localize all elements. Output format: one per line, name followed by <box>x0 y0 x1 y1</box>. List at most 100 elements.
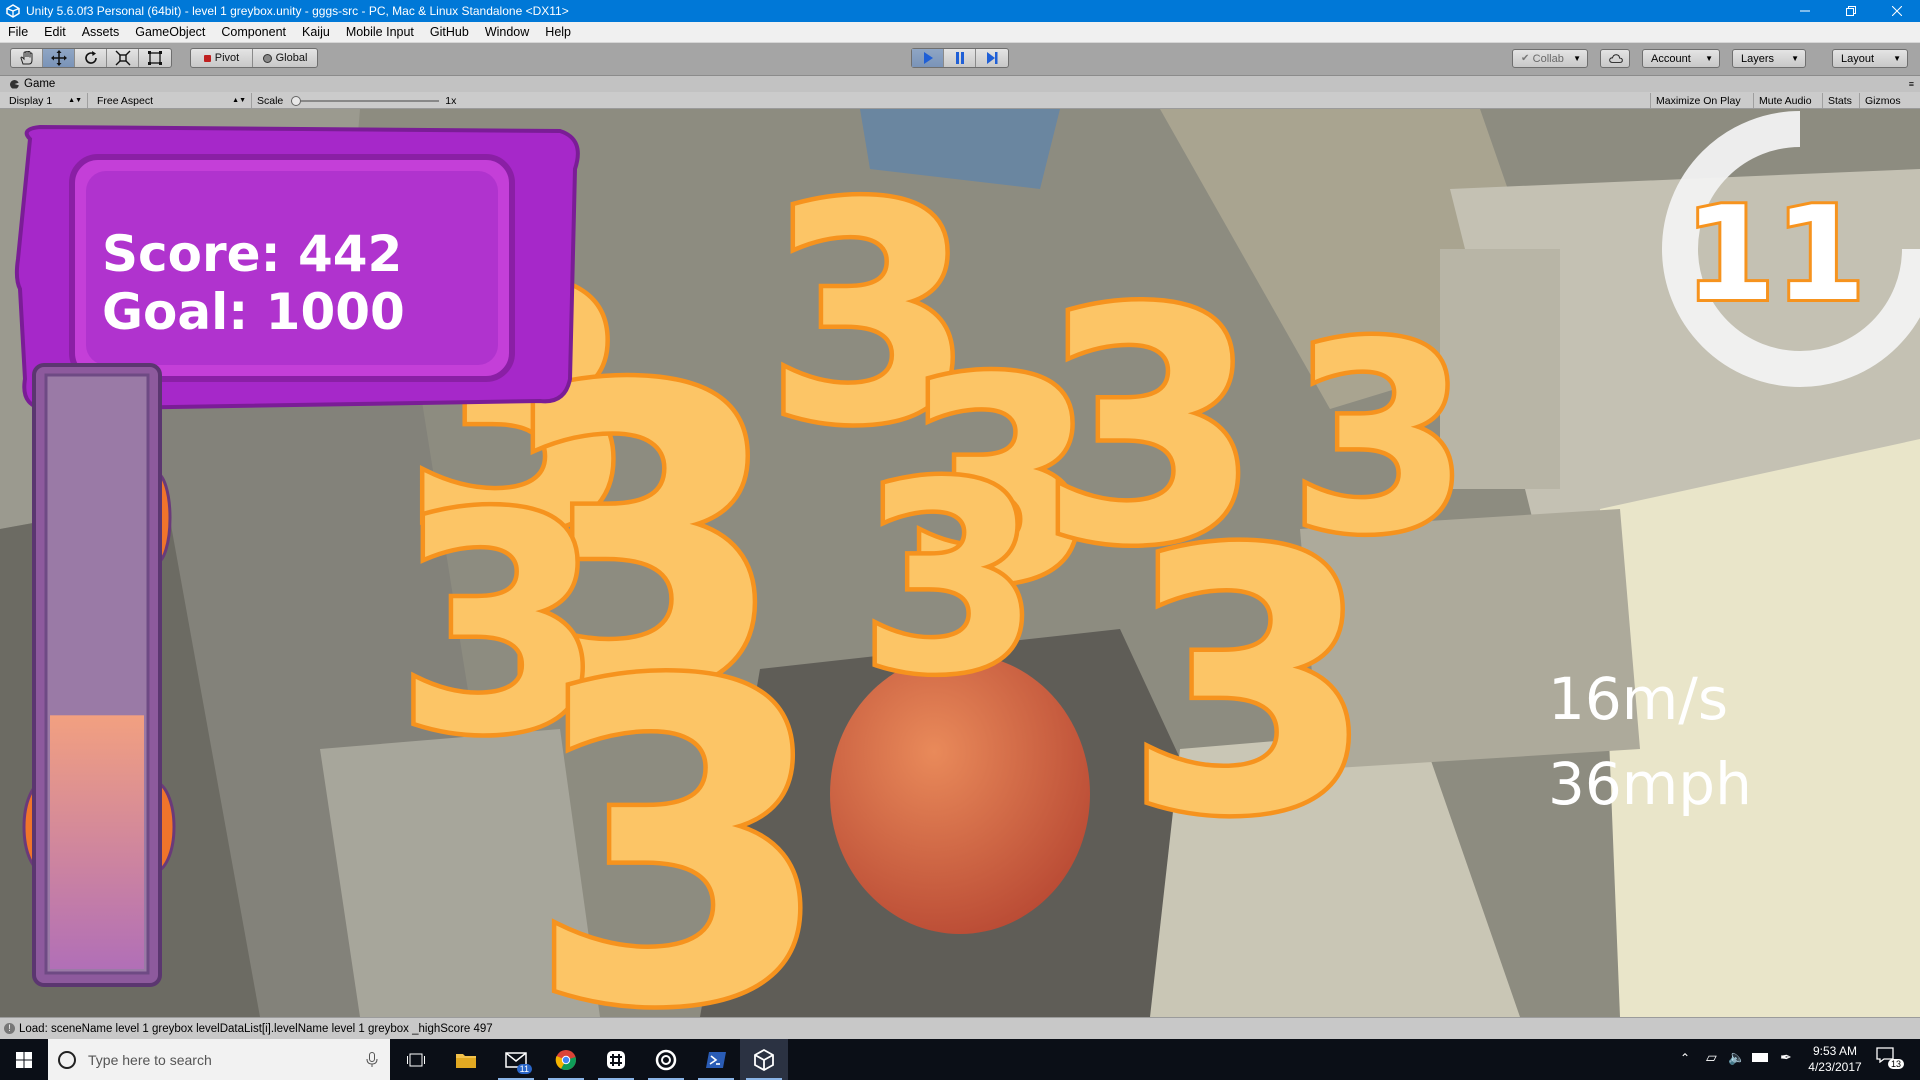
menu-assets[interactable]: Assets <box>74 25 128 39</box>
windows-taskbar: Type here to search 11 ⌃ ▱ 🔈 ✒ 9:53 AM 4… <box>0 1039 1920 1080</box>
transform-tools <box>10 48 172 68</box>
console-status-bar[interactable]: ! Load: sceneName level 1 greybox levelD… <box>0 1017 1920 1039</box>
battery-icon[interactable] <box>1752 1053 1768 1062</box>
scale-label: Scale <box>257 94 284 107</box>
slack-button[interactable] <box>592 1039 640 1080</box>
popup-digit: 3 <box>1125 475 1376 894</box>
menu-edit[interactable]: Edit <box>36 25 74 39</box>
pen-icon[interactable]: ✒ <box>1780 1049 1792 1066</box>
microphone-icon[interactable] <box>366 1051 378 1068</box>
tab-game-label: Game <box>24 78 56 90</box>
menu-gameobject[interactable]: GameObject <box>127 25 213 39</box>
restore-button[interactable] <box>1828 0 1874 22</box>
cloud-button[interactable] <box>1600 49 1630 68</box>
score-line: Score: 442 <box>102 225 402 283</box>
display-label: Display 1 <box>9 94 53 107</box>
menu-component[interactable]: Component <box>213 25 294 39</box>
global-toggle[interactable]: Global <box>253 49 317 67</box>
chevron-down-icon: ▼ <box>1573 54 1581 63</box>
tray-chevron-up-icon[interactable]: ⌃ <box>1680 1051 1690 1065</box>
playback-controls <box>911 48 1009 68</box>
collab-dropdown[interactable]: ✔ Collab ▼ <box>1512 49 1588 68</box>
close-button[interactable] <box>1874 0 1920 22</box>
layout-dropdown[interactable]: Layout ▼ <box>1832 49 1908 68</box>
meter-fill <box>50 715 144 969</box>
layers-dropdown[interactable]: Layers ▼ <box>1732 49 1806 68</box>
mute-audio-toggle[interactable]: Mute Audio <box>1753 93 1822 108</box>
step-icon <box>987 52 998 64</box>
game-viewport[interactable]: 3 3 3 3 3 3 3 3 3 3 Score: 442 Goal: 100… <box>0 109 1920 1017</box>
popup-digit: 3 <box>860 429 1041 731</box>
popup-digit: 3 <box>527 591 833 1017</box>
scale-tool-button[interactable] <box>107 49 139 67</box>
task-view-icon <box>407 1053 425 1066</box>
menu-mobile-input[interactable]: Mobile Input <box>338 25 422 39</box>
play-icon <box>923 52 933 64</box>
move-tool-button[interactable] <box>43 49 75 67</box>
menu-github[interactable]: GitHub <box>422 25 477 39</box>
main-toolbar: Pivot Global ✔ Collab ▼ Account ▼ Layers… <box>0 43 1920 76</box>
collab-check-icon: ✔ <box>1521 53 1530 64</box>
pivot-label: Pivot <box>214 52 240 64</box>
volume-icon[interactable]: 🔈 <box>1728 1049 1745 1066</box>
menu-window[interactable]: Window <box>477 25 537 39</box>
scale-slider[interactable] <box>291 95 440 106</box>
cloud-icon <box>1609 54 1623 63</box>
display-dropdown[interactable]: Display 1 ▲▼ <box>4 93 88 108</box>
chrome-button[interactable] <box>542 1039 590 1080</box>
rotate-tool-button[interactable] <box>75 49 107 67</box>
unity-logo-icon <box>6 4 20 18</box>
up-down-arrows-icon: ▲▼ <box>232 97 246 104</box>
network-icon[interactable]: ▱ <box>1706 1049 1717 1066</box>
clock-date: 4/23/2017 <box>1808 1060 1862 1074</box>
pause-button[interactable] <box>944 49 976 67</box>
pivot-global-group: Pivot Global <box>190 48 318 68</box>
start-button[interactable] <box>0 1039 48 1080</box>
powershell-icon <box>706 1051 726 1068</box>
menu-kaiju[interactable]: Kaiju <box>294 25 338 39</box>
powershell-button[interactable] <box>692 1039 740 1080</box>
hand-tool-button[interactable] <box>11 49 43 67</box>
play-button[interactable] <box>912 49 944 67</box>
chevron-down-icon: ▼ <box>1791 54 1799 63</box>
up-down-arrows-icon: ▲▼ <box>68 97 82 104</box>
mail-badge: 11 <box>516 1064 532 1074</box>
step-button[interactable] <box>976 49 1008 67</box>
rect-tool-button[interactable] <box>139 49 171 67</box>
notification-count: 13 <box>1888 1059 1905 1069</box>
unity-icon <box>754 1048 774 1071</box>
info-icon: ! <box>4 1023 15 1034</box>
maximize-on-play-toggle[interactable]: Maximize On Play <box>1650 93 1753 108</box>
aspect-dropdown[interactable]: Free Aspect ▲▼ <box>92 93 252 108</box>
github-desktop-button[interactable] <box>642 1039 690 1080</box>
minimize-button[interactable] <box>1782 0 1828 22</box>
pause-icon <box>955 52 964 64</box>
clock[interactable]: 9:53 AM 4/23/2017 <box>1800 1043 1870 1075</box>
power-meter <box>22 363 176 987</box>
taskbar-search[interactable]: Type here to search <box>48 1039 390 1080</box>
window-title: Unity 5.6.0f3 Personal (64bit) - level 1… <box>26 4 569 18</box>
menu-help[interactable]: Help <box>537 25 579 39</box>
game-pacman-icon <box>10 79 19 89</box>
file-explorer-button[interactable] <box>442 1039 490 1080</box>
account-dropdown[interactable]: Account ▼ <box>1642 49 1720 68</box>
action-center-button[interactable]: 13 <box>1876 1047 1912 1073</box>
gizmos-toggle[interactable]: Gizmos <box>1859 93 1915 108</box>
pivot-toggle[interactable]: Pivot <box>191 49 253 67</box>
windows-logo-icon <box>16 1051 32 1068</box>
countdown-number: 11 <box>1685 178 1866 330</box>
panel-menu-icon[interactable]: ≡ <box>1909 79 1914 89</box>
window-titlebar: Unity 5.6.0f3 Personal (64bit) - level 1… <box>0 0 1920 22</box>
account-label: Account <box>1651 52 1691 65</box>
chevron-down-icon: ▼ <box>1705 54 1713 63</box>
chevron-down-icon: ▼ <box>1893 54 1901 63</box>
menu-file[interactable]: File <box>0 25 36 39</box>
scale-slider-thumb[interactable] <box>291 95 302 106</box>
mail-button[interactable]: 11 <box>492 1039 540 1080</box>
task-view-button[interactable] <box>392 1039 440 1080</box>
scale-control: Scale 1x <box>252 93 472 108</box>
unity-button[interactable] <box>740 1039 788 1080</box>
tab-game[interactable]: Game <box>0 78 55 90</box>
stats-toggle[interactable]: Stats <box>1822 93 1859 108</box>
layout-label: Layout <box>1841 52 1875 65</box>
